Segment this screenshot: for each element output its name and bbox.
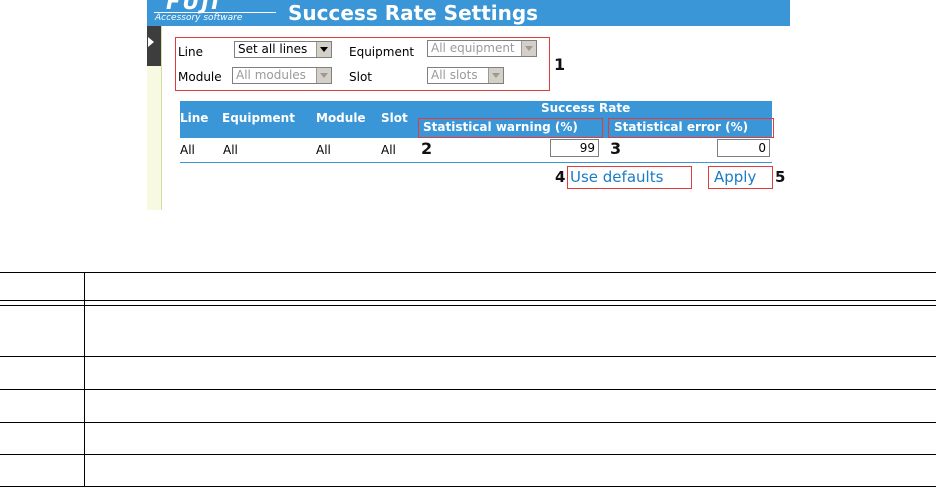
slot-label: Slot — [349, 70, 372, 84]
legend-row — [0, 422, 936, 455]
module-label: Module — [178, 70, 222, 84]
callout-2: 2 — [421, 139, 433, 158]
row-slot: All — [381, 143, 396, 157]
slot-select-value: All slots — [431, 68, 478, 82]
slot-dropdown-button[interactable] — [488, 68, 503, 83]
chevron-down-icon — [525, 46, 533, 51]
equipment-select-value: All equipment — [431, 41, 515, 55]
line-select-value: Set all lines — [238, 42, 308, 56]
statistical-warning-input[interactable]: 99 — [550, 139, 599, 157]
module-select[interactable]: All modules — [232, 67, 332, 84]
callout-4: 4 — [555, 168, 566, 186]
left-sidebar — [147, 26, 162, 210]
chevron-down-icon — [320, 73, 328, 78]
col-equipment: Equipment — [222, 111, 295, 125]
equipment-label: Equipment — [349, 45, 415, 59]
legend-row — [0, 356, 936, 390]
error-header-callout-box — [608, 118, 774, 138]
warning-header-callout-box — [418, 118, 603, 138]
line-dropdown-button[interactable] — [316, 42, 331, 57]
row-module: All — [316, 143, 331, 157]
line-label: Line — [178, 45, 204, 59]
logo-subtitle: Accessory software — [155, 13, 243, 23]
legend-row — [0, 305, 936, 357]
callout-5: 5 — [775, 168, 786, 186]
legend-row — [0, 389, 936, 423]
col-success-rate: Success Rate — [541, 101, 631, 115]
legend-row — [0, 454, 936, 487]
legend-table — [0, 272, 936, 487]
col-module: Module — [316, 111, 366, 125]
callout-3: 3 — [610, 139, 622, 158]
module-select-value: All modules — [236, 68, 306, 82]
equipment-select[interactable]: All equipment — [427, 40, 537, 57]
chevron-down-icon — [492, 73, 500, 78]
col-line: Line — [180, 111, 209, 125]
slot-select[interactable]: All slots — [427, 67, 504, 84]
use-defaults-link[interactable]: Use defaults — [570, 168, 663, 186]
header-bar: FUJI Accessory software Success Rate Set… — [147, 0, 790, 26]
success-rate-settings-screen: FUJI Accessory software Success Rate Set… — [147, 0, 790, 210]
chevron-down-icon — [320, 47, 328, 52]
callout-1: 1 — [554, 55, 566, 74]
legend-header-row — [0, 272, 936, 301]
col-slot: Slot — [381, 111, 408, 125]
row-line: All — [180, 143, 195, 157]
statistical-error-input[interactable]: 0 — [717, 139, 770, 157]
row-equipment: All — [223, 143, 238, 157]
module-dropdown-button[interactable] — [316, 68, 331, 83]
line-select[interactable]: Set all lines — [234, 41, 332, 58]
sidebar-toggle[interactable] — [147, 26, 161, 66]
logo: FUJI Accessory software — [152, 0, 282, 26]
page-title: Success Rate Settings — [288, 1, 539, 25]
apply-link[interactable]: Apply — [714, 168, 756, 186]
equipment-dropdown-button[interactable] — [521, 41, 536, 56]
row-divider — [180, 162, 772, 163]
expand-arrow-icon[interactable] — [148, 37, 154, 47]
